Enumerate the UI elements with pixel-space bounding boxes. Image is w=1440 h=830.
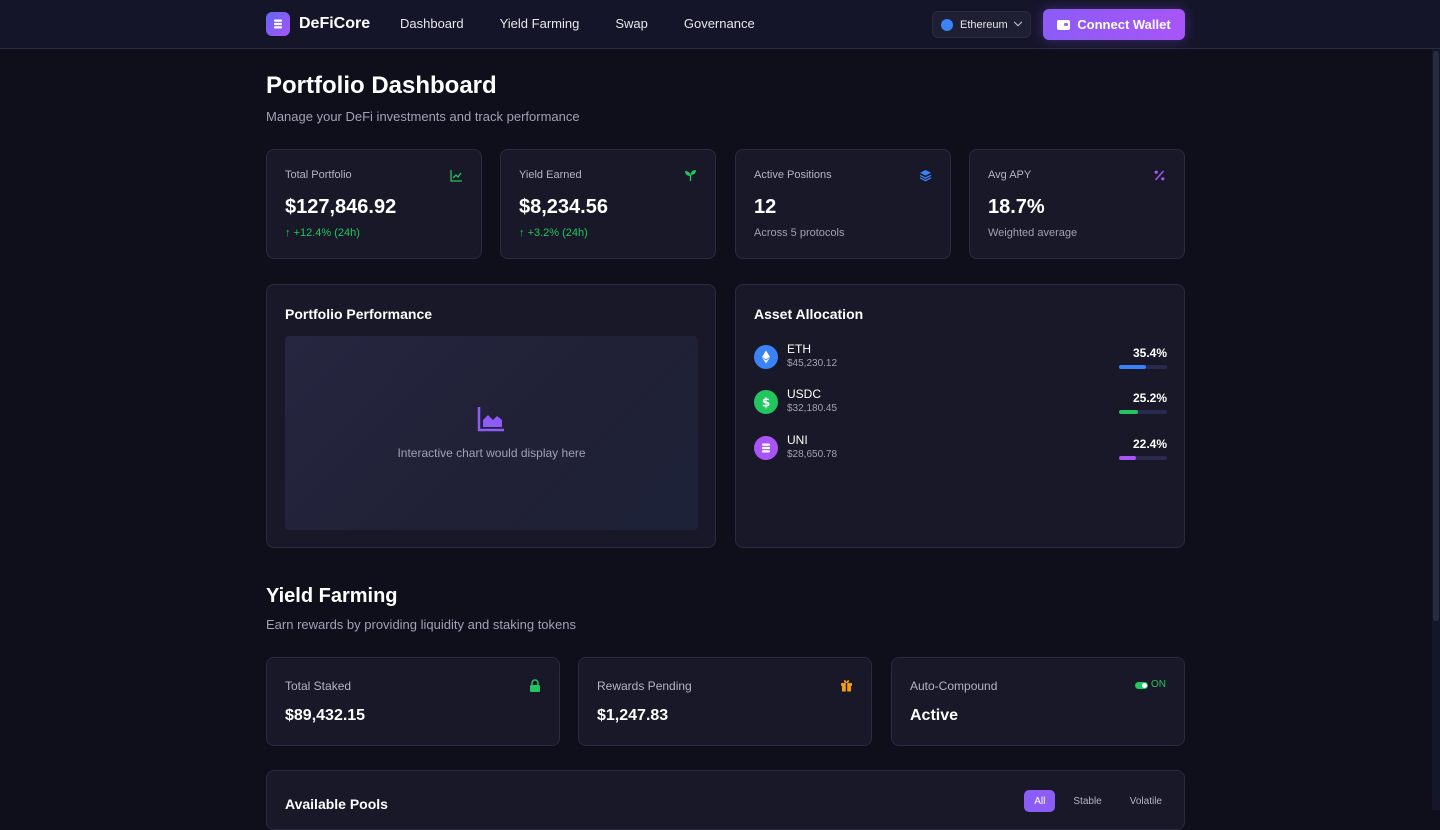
- section-subtitle-yield-farming: Earn rewards by providing liquidity and …: [266, 617, 576, 632]
- connect-wallet-label: Connect Wallet: [1077, 17, 1170, 32]
- percent-icon: [1153, 169, 1166, 182]
- layers-icon: [919, 169, 932, 182]
- ethereum-icon: [754, 345, 778, 369]
- asset-amount: $45,230.12: [787, 358, 837, 369]
- stat-card-active-positions: Active Positions 12 Across 5 protocols: [735, 149, 951, 259]
- filter-all[interactable]: All: [1024, 790, 1055, 812]
- nav-links: Dashboard Yield Farming Swap Governance: [400, 16, 791, 31]
- available-pools-panel: Available Pools All Stable Volatile: [266, 770, 1185, 830]
- allocation-bar: [1119, 410, 1167, 414]
- app-name: DeFiCore: [299, 15, 370, 33]
- yield-card-value: $1,247.83: [597, 707, 668, 725]
- stat-card-total-portfolio: Total Portfolio $127,846.92 ↑ +12.4% (24…: [266, 149, 482, 259]
- auto-compound-toggle[interactable]: [1135, 682, 1148, 689]
- network-selector[interactable]: Ethereum: [932, 11, 1031, 38]
- coins-icon: [754, 436, 778, 460]
- toggle-state: ON: [1151, 679, 1166, 690]
- stat-label: Active Positions: [754, 169, 832, 181]
- asset-row-usdc[interactable]: $ USDC $32,180.45 25.2%: [754, 386, 1167, 422]
- nav-yield-farming[interactable]: Yield Farming: [500, 16, 580, 31]
- panel-title: Asset Allocation: [754, 306, 863, 322]
- svg-text:$: $: [762, 396, 770, 410]
- yield-card-value: $89,432.15: [285, 707, 365, 725]
- allocation-bar-fill: [1119, 365, 1146, 369]
- top-nav: DeFiCore Dashboard Yield Farming Swap Go…: [0, 0, 1440, 49]
- section-title-yield-farming: Yield Farming: [266, 585, 398, 608]
- nav-swap[interactable]: Swap: [615, 16, 648, 31]
- allocation-bar-fill: [1119, 410, 1138, 414]
- stat-label: Avg APY: [988, 169, 1031, 181]
- allocation-bar-fill: [1119, 456, 1136, 460]
- stat-value: 18.7%: [988, 196, 1045, 219]
- portfolio-performance-panel: Portfolio Performance Interactive chart …: [266, 284, 716, 548]
- asset-symbol: UNI: [787, 433, 808, 447]
- seedling-icon: [684, 169, 697, 182]
- coins-icon: [266, 12, 290, 36]
- stat-card-yield-earned: Yield Earned $8,234.56 ↑ +3.2% (24h): [500, 149, 716, 259]
- stat-value: $8,234.56: [519, 196, 608, 219]
- nav-dashboard[interactable]: Dashboard: [400, 16, 464, 31]
- filter-volatile[interactable]: Volatile: [1120, 790, 1172, 812]
- stat-value: 12: [754, 196, 776, 219]
- yield-card-total-staked: Total Staked $89,432.15: [266, 657, 560, 746]
- scroll-thumb[interactable]: [1433, 51, 1439, 621]
- chart-area[interactable]: Interactive chart would display here: [285, 336, 698, 530]
- lock-icon: [529, 679, 541, 692]
- stat-card-avg-apy: Avg APY 18.7% Weighted average: [969, 149, 1185, 259]
- allocation-bar: [1119, 456, 1167, 460]
- yield-card-value: Active: [910, 707, 958, 725]
- chart-placeholder-text: Interactive chart would display here: [285, 446, 698, 460]
- stat-change: ↑ +3.2% (24h): [519, 227, 588, 239]
- panel-title: Portfolio Performance: [285, 306, 432, 322]
- network-label: Ethereum: [960, 19, 1008, 31]
- dollar-icon: $: [754, 390, 778, 414]
- stat-sub: Weighted average: [988, 227, 1077, 239]
- asset-allocation-panel: Asset Allocation ETH $45,230.12 35.4% $ …: [735, 284, 1185, 548]
- yield-card-label: Rewards Pending: [597, 679, 692, 693]
- asset-amount: $28,650.78: [787, 449, 837, 460]
- asset-percent: 22.4%: [1133, 437, 1167, 451]
- yield-card-label: Auto-Compound: [910, 679, 997, 693]
- stat-sub: Across 5 protocols: [754, 227, 844, 239]
- asset-amount: $32,180.45: [787, 403, 837, 414]
- chart-line-icon: [450, 169, 463, 182]
- yield-card-rewards-pending: Rewards Pending $1,247.83: [578, 657, 872, 746]
- page-title: Portfolio Dashboard: [266, 72, 497, 100]
- chart-area-icon: [477, 406, 505, 432]
- asset-row-uni[interactable]: UNI $28,650.78 22.4%: [754, 432, 1167, 468]
- asset-symbol: USDC: [787, 387, 821, 401]
- page-subtitle: Manage your DeFi investments and track p…: [266, 109, 580, 124]
- filter-stable[interactable]: Stable: [1063, 790, 1111, 812]
- asset-symbol: ETH: [787, 342, 811, 356]
- yield-card-auto-compound: Auto-Compound ON Active: [891, 657, 1185, 746]
- stat-label: Total Portfolio: [285, 169, 352, 181]
- asset-percent: 35.4%: [1133, 346, 1167, 360]
- scrollbar[interactable]: [1432, 49, 1440, 810]
- network-dot-icon: [941, 19, 953, 31]
- connect-wallet-button[interactable]: Connect Wallet: [1043, 9, 1185, 40]
- logo[interactable]: DeFiCore: [266, 12, 370, 36]
- chevron-down-icon: [1013, 17, 1021, 25]
- asset-row-eth[interactable]: ETH $45,230.12 35.4%: [754, 341, 1167, 377]
- pool-filters: All Stable Volatile: [1016, 790, 1172, 812]
- stat-change: ↑ +12.4% (24h): [285, 227, 360, 239]
- stat-label: Yield Earned: [519, 169, 582, 181]
- allocation-bar: [1119, 365, 1167, 369]
- asset-percent: 25.2%: [1133, 391, 1167, 405]
- nav-governance[interactable]: Governance: [684, 16, 755, 31]
- yield-card-label: Total Staked: [285, 679, 351, 693]
- wallet-icon: [1057, 20, 1070, 30]
- stat-value: $127,846.92: [285, 196, 396, 219]
- gift-icon: [840, 679, 853, 692]
